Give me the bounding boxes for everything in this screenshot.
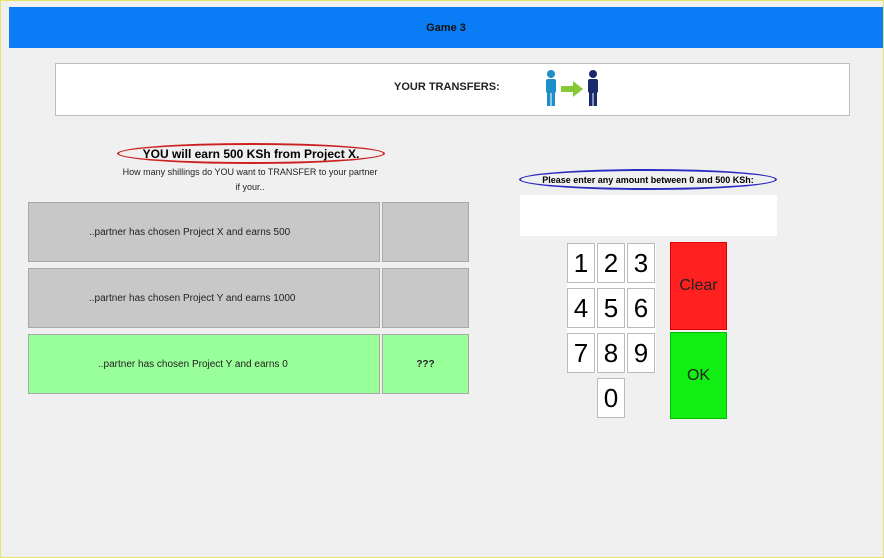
clear-button[interactable]: Clear [670, 242, 727, 330]
window-title: Game 3 [426, 21, 466, 34]
scenario-row-1: ..partner has chosen Project X and earns… [28, 202, 380, 262]
earnings-highlight: YOU will earn 500 KSh from Project X. [117, 143, 385, 164]
scenario-row-2: ..partner has chosen Project Y and earns… [28, 268, 380, 328]
person-arrow-person-icon [546, 70, 598, 106]
instruction-text: Please enter any amount between 0 and 50… [542, 174, 754, 185]
transfer-question: How many shillings do YOU want to TRANSF… [90, 165, 410, 195]
key-6[interactable]: 6 [627, 288, 655, 328]
transfers-label: YOUR TRANSFERS: [394, 81, 500, 93]
key-3[interactable]: 3 [627, 243, 655, 283]
question-line-2: if your.. [235, 182, 265, 192]
key-8[interactable]: 8 [597, 333, 625, 373]
scenario-value-1 [382, 202, 469, 262]
amount-instruction: Please enter any amount between 0 and 50… [519, 169, 777, 190]
key-2[interactable]: 2 [597, 243, 625, 283]
ok-label: OK [686, 366, 711, 384]
clear-label: Clear [679, 277, 718, 294]
title-bar: Game 3 [9, 7, 883, 48]
scenario-row-3: ..partner has chosen Project Y and earns… [28, 334, 380, 394]
scenario-label: ..partner has chosen Project X and earns… [89, 226, 291, 238]
earnings-text: YOU will earn 500 KSh from Project X. [142, 146, 360, 161]
key-1[interactable]: 1 [567, 243, 595, 283]
ok-button[interactable]: OK [670, 332, 727, 419]
key-4[interactable]: 4 [567, 288, 595, 328]
scenario-value-3: ??? [382, 334, 469, 394]
amount-input[interactable] [520, 195, 777, 236]
key-9[interactable]: 9 [627, 333, 655, 373]
scenario-label: ..partner has chosen Project Y and earns… [98, 358, 288, 370]
scenario-value-2 [382, 268, 469, 328]
scenario-label: ..partner has chosen Project Y and earns… [89, 292, 296, 304]
key-0[interactable]: 0 [597, 378, 625, 418]
key-5[interactable]: 5 [597, 288, 625, 328]
key-7[interactable]: 7 [567, 333, 595, 373]
question-line-1: How many shillings do YOU want to TRANSF… [122, 167, 378, 177]
transfers-panel: YOUR TRANSFERS: [55, 63, 850, 116]
